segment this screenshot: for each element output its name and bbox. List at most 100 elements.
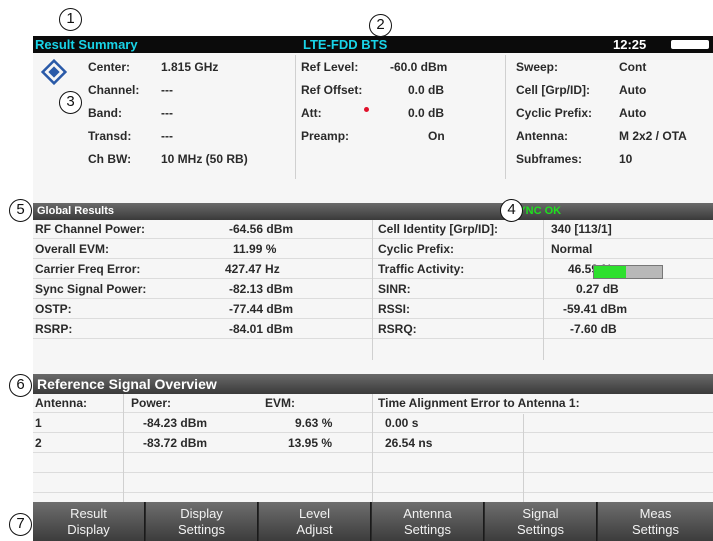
param-separator [505, 55, 506, 179]
rohde-schwarz-logo-icon [41, 59, 67, 85]
chbw-label: Ch BW: [88, 152, 132, 166]
results-separator [372, 220, 373, 360]
param-separator [295, 55, 296, 179]
refsig-separator [372, 394, 373, 502]
softkey-bar: Result Display Display Settings Level Ad… [33, 502, 713, 541]
cyclic-prefix-result-label: Cyclic Prefix: [378, 242, 455, 256]
evm-cell: 9.63 % [295, 416, 333, 430]
softkey-label: Settings [632, 522, 679, 537]
rssi-label: RSSI: [378, 302, 411, 316]
traffic-activity-bar [593, 265, 663, 279]
transd-label: Transd: [88, 129, 132, 143]
softkey-label: Signal [522, 506, 559, 521]
signal-settings-softkey[interactable]: Signal Settings [485, 502, 597, 541]
ostp-value: -77.44 dBm [229, 302, 294, 316]
callout-marker: 6 [9, 374, 32, 397]
overall-evm-label: Overall EVM: [35, 242, 110, 256]
rsrq-label: RSRQ: [378, 322, 417, 336]
carrier-freq-error-label: Carrier Freq Error: [35, 262, 141, 276]
antenna-label: Antenna: [516, 129, 568, 143]
callout-marker: 5 [9, 199, 32, 222]
clock: 12:25 [613, 37, 647, 52]
center-value: 1.815 GHz [161, 60, 219, 74]
table-row: RF Channel Power: -64.56 dBm Cell Identi… [33, 220, 713, 239]
tae-cell: 26.54 ns [385, 436, 433, 450]
col-evm-header: EVM: [265, 396, 295, 410]
preamp-label: Preamp: [301, 129, 350, 143]
softkey-label: Level [298, 506, 331, 521]
sync-signal-power-value: -82.13 dBm [229, 282, 294, 296]
att-value: 0.0 dB [408, 106, 445, 120]
softkey-label: Antenna [403, 506, 452, 521]
reflevel-label: Ref Level: [301, 60, 359, 74]
rsrp-label: RSRP: [35, 322, 73, 336]
rsrq-value: -7.60 dB [570, 322, 617, 336]
softkey-label: Result [70, 506, 107, 521]
table-row: OSTP: -77.44 dBm RSSI: -59.41 dBm [33, 300, 713, 319]
sync-signal-power-label: Sync Signal Power: [35, 282, 147, 296]
att-marker-icon [364, 107, 369, 112]
cyclic-prefix-label: Cyclic Prefix: [516, 106, 593, 120]
table-row [33, 474, 713, 493]
rsrp-value: -84.01 dBm [229, 322, 294, 336]
chbw-value: 10 MHz (50 RB) [161, 152, 248, 166]
meas-settings-softkey[interactable]: Meas Settings [598, 502, 713, 541]
refsig-separator [523, 414, 524, 502]
preamp-value: On [428, 129, 445, 143]
col-antenna-header: Antenna: [35, 396, 87, 410]
evm-cell: 13.95 % [288, 436, 333, 450]
global-results-title: Global Results [37, 205, 115, 217]
standard-title: LTE-FDD BTS [303, 37, 388, 52]
traffic-activity-bar-fill [594, 266, 626, 278]
antenna-cell: 2 [35, 436, 42, 450]
sinr-value: 0.27 dB [576, 282, 619, 296]
att-label: Att: [301, 106, 322, 120]
cell-value: Auto [619, 83, 647, 97]
rf-channel-power-value: -64.56 dBm [229, 222, 294, 236]
table-row [33, 454, 713, 473]
softkey-label: Settings [404, 522, 451, 537]
callout-marker: 1 [59, 8, 82, 31]
power-cell: -84.23 dBm [143, 416, 208, 430]
col-tae-header: Time Alignment Error to Antenna 1: [378, 396, 580, 410]
table-row: 2 -83.72 dBm 13.95 % 26.54 ns [33, 434, 713, 453]
rssi-value: -59.41 dBm [563, 302, 628, 316]
cyclic-prefix-result-value: Normal [551, 242, 593, 256]
sinr-label: SINR: [378, 282, 411, 296]
reference-signal-header: Reference Signal Overview [33, 374, 713, 394]
refsig-separator [123, 394, 124, 502]
col-power-header: Power: [131, 396, 172, 410]
band-value: --- [161, 106, 173, 120]
table-header-row: Antenna: Power: EVM: Time Alignment Erro… [33, 394, 713, 413]
table-row: 1 -84.23 dBm 9.63 % 0.00 s [33, 414, 713, 433]
softkey-label: Meas [639, 506, 672, 521]
softkey-label: Display [180, 506, 223, 521]
overall-evm-value: 11.99 % [233, 242, 277, 256]
antenna-settings-softkey[interactable]: Antenna Settings [372, 502, 484, 541]
cell-label: Cell [Grp/ID]: [516, 83, 590, 97]
sweep-value: Cont [619, 60, 647, 74]
result-display-softkey[interactable]: Result Display [33, 502, 145, 541]
tae-cell: 0.00 s [385, 416, 419, 430]
refoffset-label: Ref Offset: [301, 83, 363, 97]
callout-marker: 4 [500, 199, 523, 222]
callout-marker: 7 [9, 513, 32, 536]
traffic-activity-label: Traffic Activity: [378, 262, 465, 276]
softkey-label: Settings [517, 522, 564, 537]
antenna-value: M 2x2 / OTA [619, 129, 687, 143]
parameter-panel: Center: 1.815 GHz Channel: --- Band: ---… [33, 53, 713, 203]
subframes-value: 10 [619, 152, 633, 166]
level-adjust-softkey[interactable]: Level Adjust [259, 502, 371, 541]
reflevel-value: -60.0 dBm [390, 60, 448, 74]
battery-icon [671, 40, 709, 49]
softkey-label: Adjust [296, 522, 333, 537]
callout-marker: 3 [59, 91, 82, 114]
refoffset-value: 0.0 dB [408, 83, 445, 97]
table-row: Overall EVM: 11.99 % Cyclic Prefix: Norm… [33, 240, 713, 259]
display-settings-softkey[interactable]: Display Settings [146, 502, 258, 541]
band-label: Band: [88, 106, 122, 120]
title-bar: Result Summary LTE-FDD BTS 12:25 [33, 36, 713, 53]
reference-signal-title: Reference Signal Overview [37, 376, 217, 392]
softkey-label: Settings [178, 522, 225, 537]
table-row: Sync Signal Power: -82.13 dBm SINR: 0.27… [33, 280, 713, 299]
